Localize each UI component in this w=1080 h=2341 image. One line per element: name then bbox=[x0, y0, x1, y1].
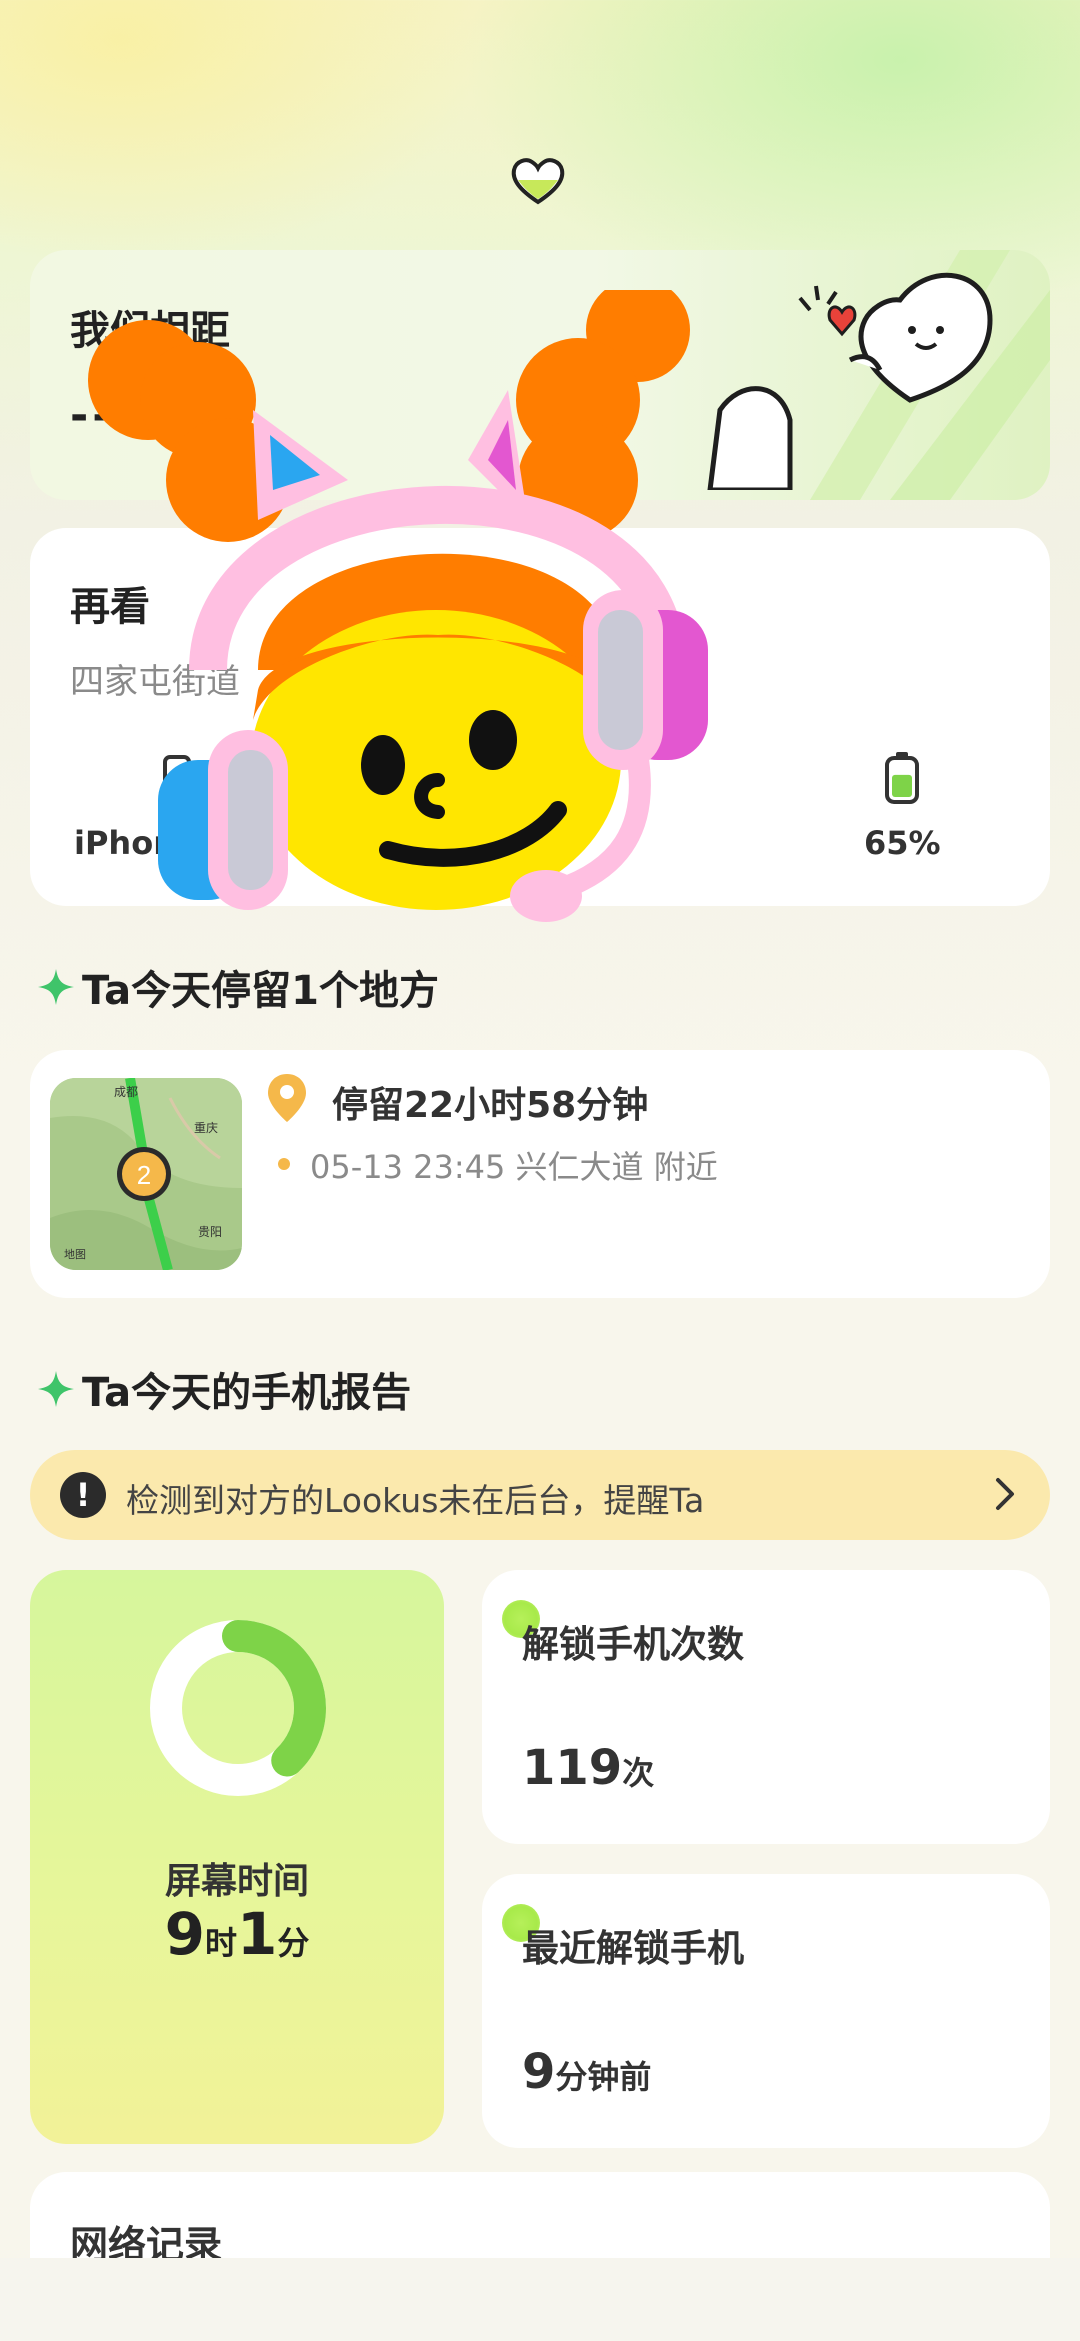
stay-duration: 停留22小时58分钟 bbox=[332, 1085, 649, 1126]
report-section-title: Ta今天的手机报告 bbox=[82, 1370, 412, 1416]
report-section-heading: Ta今天的手机报告 bbox=[36, 1360, 411, 1418]
stay-section-heading: Ta今天停留1个地方 bbox=[36, 958, 439, 1016]
recent-unlock-unit: 分钟前 bbox=[555, 2058, 652, 2096]
map-label-city1: 成都 bbox=[114, 1085, 138, 1099]
battery-icon bbox=[885, 752, 919, 804]
stay-section-title: Ta今天停留1个地方 bbox=[82, 968, 439, 1014]
unlock-count-number: 119 bbox=[522, 1740, 623, 1796]
sparkle-icon bbox=[38, 969, 74, 1005]
exclamation-icon: ! bbox=[60, 1472, 106, 1518]
screen-time-label: 屏幕时间 bbox=[164, 1861, 309, 1902]
recent-unlock-title: 最近解锁手机 bbox=[522, 1927, 744, 1970]
heart-logo-icon bbox=[511, 158, 565, 205]
screen-time-hours-unit: 时 bbox=[204, 1924, 237, 1962]
battery-percentage: 65% bbox=[864, 824, 941, 862]
bottom-area bbox=[0, 2258, 1080, 2341]
map-image: 2 成都 重庆 贵阳 地图 bbox=[50, 1078, 242, 1270]
screen-time-value: 9时1分 bbox=[30, 1900, 444, 1968]
chevron-right-icon bbox=[996, 1478, 1014, 1510]
recent-unlock-card[interactable]: 最近解锁手机 9分钟前 bbox=[482, 1874, 1050, 2148]
recent-unlock-value: 9分钟前 bbox=[522, 2044, 651, 2100]
map-label-city2: 重庆 bbox=[194, 1121, 218, 1135]
timeline-dot bbox=[278, 1158, 290, 1170]
screen-time-minutes-unit: 分 bbox=[277, 1924, 310, 1962]
screen-time-hours: 9 bbox=[164, 1900, 205, 1968]
screen-time-ring bbox=[150, 1620, 326, 1796]
girl-headphones-sticker bbox=[88, 290, 708, 922]
screen-time-minutes: 1 bbox=[237, 1900, 278, 1968]
background-alert-banner[interactable]: ! 检测到对方的Lookus未在后台，提醒Ta bbox=[30, 1450, 1050, 1540]
unlock-count-unit: 次 bbox=[622, 1754, 655, 1792]
alert-text: 检测到对方的Lookus未在后台，提醒Ta bbox=[126, 1481, 705, 1520]
screen-time-card[interactable]: 屏幕时间 9时1分 bbox=[30, 1570, 444, 2144]
stay-location-card[interactable]: 2 成都 重庆 贵阳 地图 停留22小时58分钟 05-13 23:45 兴仁大… bbox=[30, 1050, 1050, 1298]
unlock-count-card[interactable]: 解锁手机次数 119次 bbox=[482, 1570, 1050, 1844]
map-brand-label: 地图 bbox=[64, 1248, 86, 1261]
unlock-count-title: 解锁手机次数 bbox=[522, 1623, 744, 1666]
map-label-city3: 贵阳 bbox=[198, 1225, 222, 1239]
recent-unlock-number: 9 bbox=[522, 2044, 556, 2100]
stay-time-place: 05-13 23:45 兴仁大道 附近 bbox=[310, 1148, 718, 1186]
location-pin-icon bbox=[268, 1074, 306, 1122]
sparkle-icon bbox=[38, 1371, 74, 1407]
map-thumbnail[interactable]: 2 成都 重庆 贵阳 地图 bbox=[50, 1078, 242, 1270]
unlock-count-value: 119次 bbox=[522, 1740, 654, 1796]
map-cluster-count: 2 bbox=[137, 1160, 151, 1190]
